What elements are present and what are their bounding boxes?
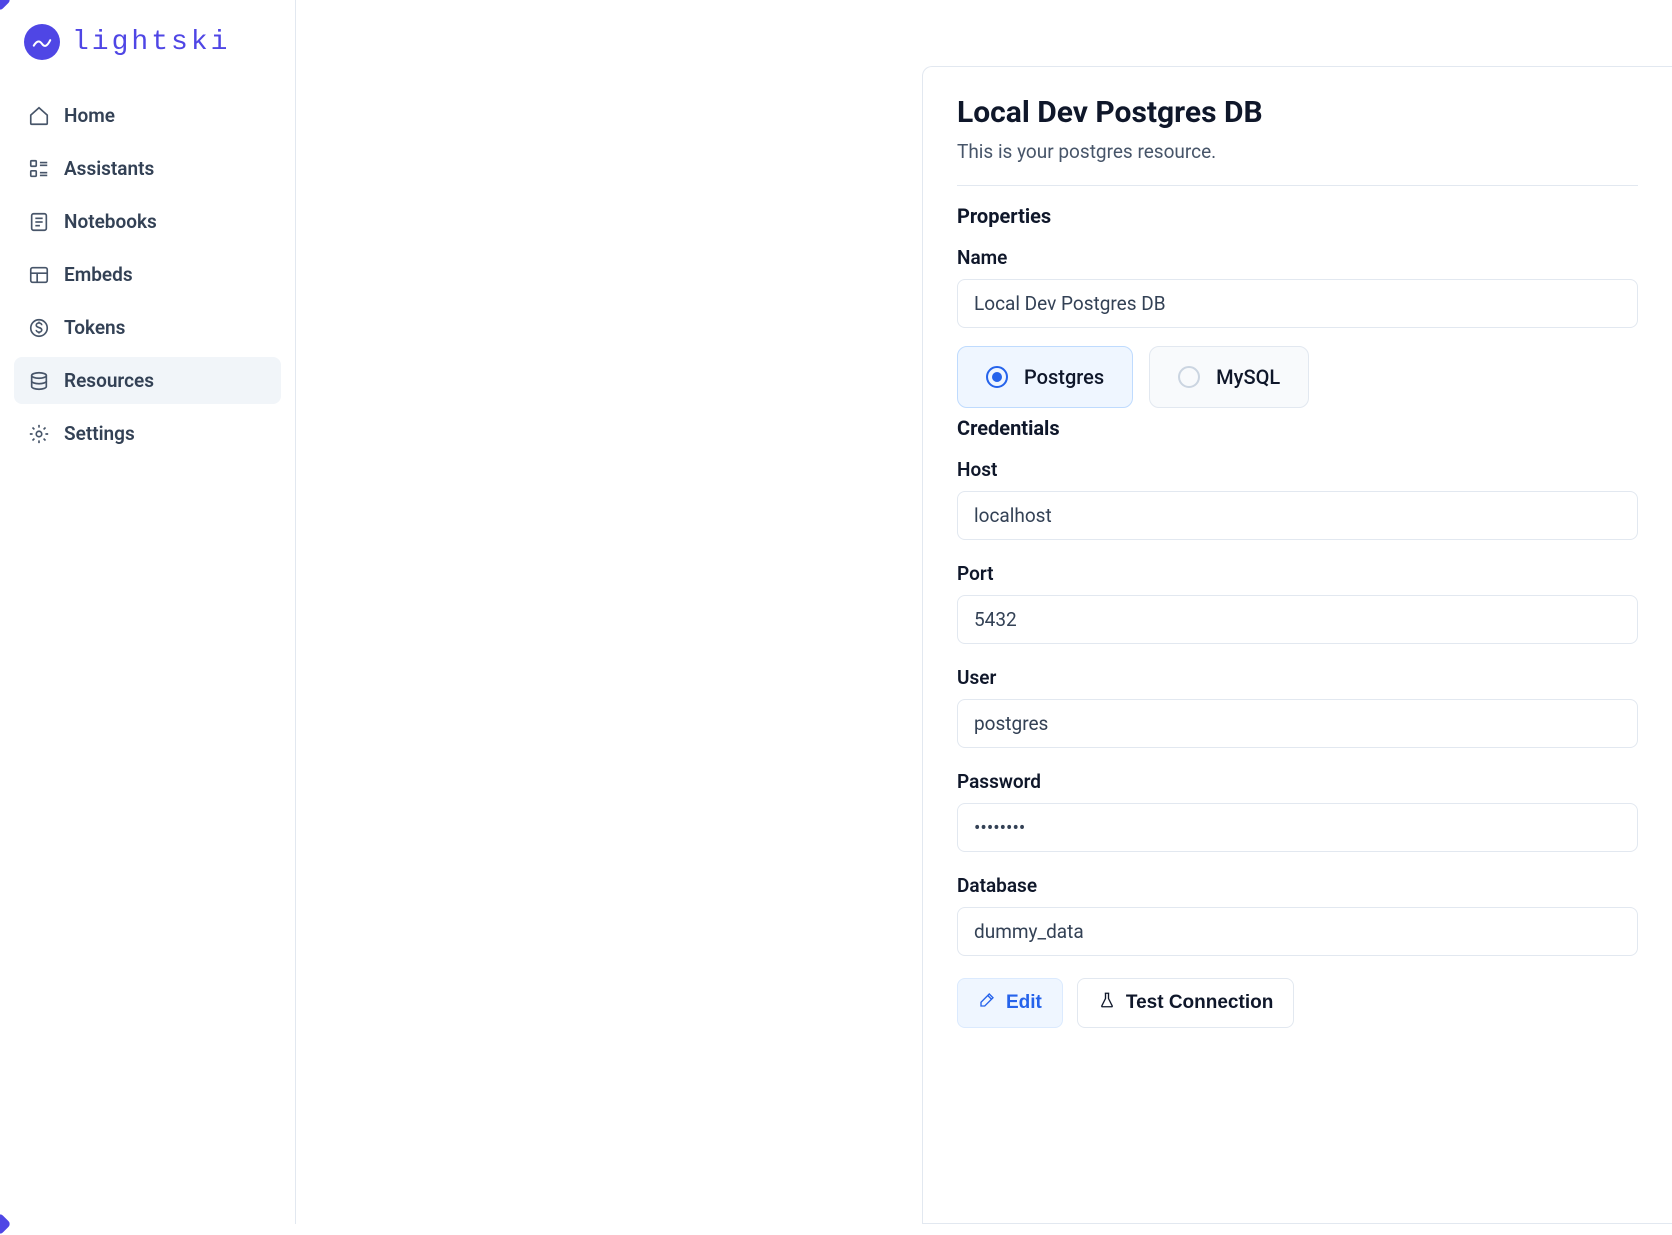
password-label: Password	[957, 770, 1638, 793]
db-type-label: MySQL	[1216, 365, 1280, 389]
host-label: Host	[957, 458, 1638, 481]
logo-icon	[24, 24, 60, 60]
brand-logo[interactable]: lightski	[14, 18, 281, 80]
sidebar-item-notebooks[interactable]: Notebooks	[14, 198, 281, 245]
password-input[interactable]: ••••••••	[957, 803, 1638, 852]
embeds-icon	[28, 264, 50, 286]
settings-icon	[28, 423, 50, 445]
db-type-postgres[interactable]: Postgres	[957, 346, 1133, 408]
sidebar: lightski Home Assistants Notebooks	[0, 0, 296, 1224]
database-input[interactable]: dummy_data	[957, 907, 1638, 956]
db-type-label: Postgres	[1024, 365, 1104, 389]
sidebar-item-label: Settings	[64, 422, 135, 445]
user-input[interactable]: postgres	[957, 699, 1638, 748]
port-input[interactable]: 5432	[957, 595, 1638, 644]
resource-title: Local Dev Postgres DB	[957, 95, 1638, 130]
main-content: Local Dev Postgres DB This is your postg…	[296, 0, 1672, 1224]
credentials-heading: Credentials	[957, 416, 1638, 440]
edit-button[interactable]: Edit	[957, 978, 1063, 1028]
name-label: Name	[957, 246, 1638, 269]
sidebar-item-label: Resources	[64, 369, 154, 392]
sidebar-nav: Home Assistants Notebooks Embeds	[14, 92, 281, 457]
sidebar-item-resources[interactable]: Resources	[14, 357, 281, 404]
sidebar-item-label: Assistants	[64, 157, 154, 180]
flask-icon	[1098, 991, 1116, 1015]
sidebar-item-label: Tokens	[64, 316, 125, 339]
name-input[interactable]: Local Dev Postgres DB	[957, 279, 1638, 328]
user-label: User	[957, 666, 1638, 689]
sidebar-item-embeds[interactable]: Embeds	[14, 251, 281, 298]
sidebar-item-label: Notebooks	[64, 210, 157, 233]
divider	[957, 185, 1638, 186]
database-icon	[28, 370, 50, 392]
edit-icon	[978, 991, 996, 1015]
radio-icon	[986, 366, 1008, 388]
notebook-icon	[28, 211, 50, 233]
sidebar-item-assistants[interactable]: Assistants	[14, 145, 281, 192]
radio-icon	[1178, 366, 1200, 388]
db-type-mysql[interactable]: MySQL	[1149, 346, 1309, 408]
db-type-group: Postgres MySQL	[957, 346, 1638, 408]
resource-subtitle: This is your postgres resource.	[957, 140, 1638, 163]
sidebar-item-label: Embeds	[64, 263, 133, 286]
resource-panel: Local Dev Postgres DB This is your postg…	[922, 66, 1672, 1224]
tokens-icon	[28, 317, 50, 339]
sidebar-item-home[interactable]: Home	[14, 92, 281, 139]
test-connection-button[interactable]: Test Connection	[1077, 978, 1294, 1028]
properties-heading: Properties	[957, 204, 1638, 228]
test-label: Test Connection	[1126, 992, 1273, 1014]
sidebar-item-tokens[interactable]: Tokens	[14, 304, 281, 351]
home-icon	[28, 105, 50, 127]
database-label: Database	[957, 874, 1638, 897]
action-row: Edit Test Connection	[957, 978, 1638, 1028]
sidebar-item-settings[interactable]: Settings	[14, 410, 281, 457]
sidebar-item-label: Home	[64, 104, 115, 127]
edit-label: Edit	[1006, 992, 1042, 1014]
port-label: Port	[957, 562, 1638, 585]
host-input[interactable]: localhost	[957, 491, 1638, 540]
brand-name: lightski	[72, 27, 230, 58]
assistants-icon	[28, 158, 50, 180]
